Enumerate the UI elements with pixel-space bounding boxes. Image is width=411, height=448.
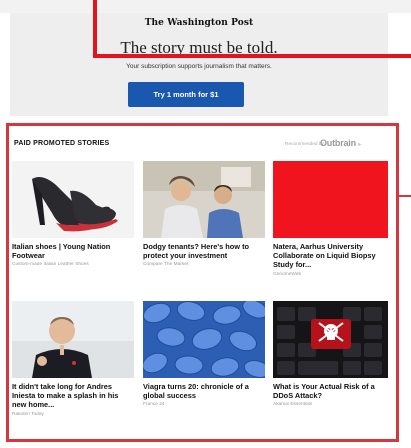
skull-keyboard-image xyxy=(273,301,388,378)
card-thumbnail xyxy=(143,301,265,378)
washington-post-logo: The Washington Post xyxy=(144,18,254,28)
promoted-card[interactable]: Dodgy tenants? Here's how to protect you… xyxy=(143,161,265,267)
subscribe-button[interactable]: Try 1 month for $1 xyxy=(128,82,244,107)
outbrain-logo[interactable]: Outbrain ▸ xyxy=(320,138,361,148)
annotation-line-vertical xyxy=(93,0,97,57)
card-source: France 24 xyxy=(143,402,165,408)
card-thumbnail xyxy=(273,161,395,238)
annotation-line-horizontal xyxy=(93,54,411,58)
blue-pills-image xyxy=(143,301,265,378)
card-source: Akamai Essentials xyxy=(273,402,313,408)
outbrain-logo-text: Outbrain xyxy=(320,138,356,148)
promoted-card[interactable]: What is Your Actual Risk of a DDoS Attac… xyxy=(273,301,395,407)
card-source: Rakuten Today xyxy=(12,411,44,417)
promoted-card[interactable]: It didn't take long for Andres Iniesta t… xyxy=(12,301,134,417)
card-source: Custom-made Italian Leather Shoes xyxy=(12,262,89,268)
outbrain-arrow-icon: ▸ xyxy=(358,142,362,148)
card-thumbnail xyxy=(12,161,134,238)
annotation-pointer xyxy=(399,195,411,197)
promoted-card[interactable]: Viagra turns 20: chronicle of a global s… xyxy=(143,301,265,407)
card-thumbnail xyxy=(273,301,395,378)
card-title: What is Your Actual Risk of a DDoS Attac… xyxy=(273,382,375,401)
tenants-photo-image xyxy=(143,161,265,238)
card-title: Dodgy tenants? Here's how to protect you… xyxy=(143,242,250,261)
card-thumbnail xyxy=(12,301,134,378)
card-thumbnail xyxy=(143,161,265,238)
card-source: Compare The Market xyxy=(143,262,189,268)
recommended-by-label: Recommended by xyxy=(285,142,324,147)
promoted-card[interactable]: Natera, Aarhus University Collaborate on… xyxy=(273,161,395,277)
card-title: It didn't take long for Andres Iniesta t… xyxy=(12,382,119,410)
top-strip xyxy=(0,0,411,13)
promoted-card[interactable]: Italian shoes | Young Nation Footwear Cu… xyxy=(12,161,134,267)
subscription-box: The Washington Post The story must be to… xyxy=(10,13,388,116)
support-text: Your subscription supports journalism th… xyxy=(126,63,272,70)
card-source: GenomeWeb xyxy=(273,271,302,277)
red-placeholder-image xyxy=(273,161,388,238)
high-heel-shoe-image xyxy=(12,161,134,238)
promoted-stories-header: PAID PROMOTED STORIES xyxy=(14,140,110,147)
card-title: Italian shoes | Young Nation Footwear xyxy=(12,242,111,261)
card-title: Natera, Aarhus University Collaborate on… xyxy=(273,242,376,270)
iniesta-photo-image xyxy=(12,301,134,378)
card-title: Viagra turns 20: chronicle of a global s… xyxy=(143,382,249,401)
